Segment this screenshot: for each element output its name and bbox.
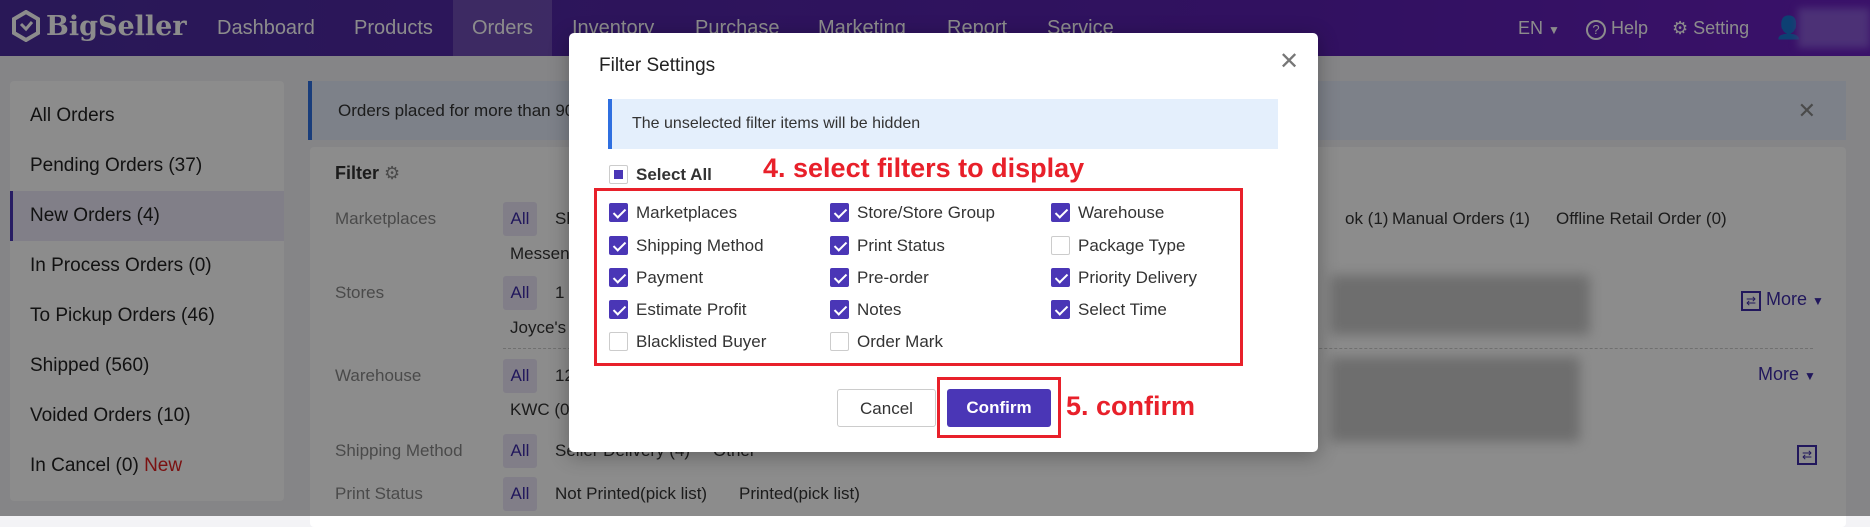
- filter-option-checkbox[interactable]: [1051, 203, 1070, 222]
- filter-option-checkbox[interactable]: [830, 268, 849, 287]
- annotation-step5: 5. confirm: [1066, 391, 1196, 421]
- filter-option-label: Shipping Method: [636, 236, 764, 255]
- confirm-button[interactable]: Confirm: [947, 389, 1051, 427]
- filter-option-checkbox[interactable]: [830, 203, 849, 222]
- close-icon[interactable]: ✕: [1279, 47, 1299, 76]
- filter-option-checkbox[interactable]: [609, 203, 628, 222]
- filter-option-label: Pre-order: [857, 268, 929, 287]
- filter-option-checkbox[interactable]: [1051, 300, 1070, 319]
- filter-option-label: Warehouse: [1078, 203, 1165, 222]
- filter-option-checkbox[interactable]: [830, 236, 849, 255]
- filter-option-checkbox[interactable]: [609, 300, 628, 319]
- filter-option-checkbox[interactable]: [1051, 236, 1070, 255]
- filter-option-checkbox[interactable]: [609, 268, 628, 287]
- select-all-checkbox[interactable]: [609, 165, 628, 184]
- filter-option-checkbox[interactable]: [609, 236, 628, 255]
- filter-option-label: Print Status: [857, 236, 945, 255]
- annotation-step4: 4. select filters to display: [763, 153, 1085, 183]
- filter-option-label: Estimate Profit: [636, 300, 747, 319]
- filter-option-label: Store/Store Group: [857, 203, 995, 222]
- filter-option-label: Order Mark: [857, 332, 943, 351]
- info-message: The unselected filter items will be hidd…: [608, 99, 1278, 149]
- filter-option-label: Notes: [857, 300, 902, 319]
- filter-option-label: Package Type: [1078, 236, 1186, 255]
- filter-option-checkbox[interactable]: [1051, 268, 1070, 287]
- cancel-button[interactable]: Cancel: [837, 389, 936, 427]
- filter-option-checkbox[interactable]: [609, 332, 628, 351]
- filter-settings-modal: Filter Settings ✕ The unselected filter …: [569, 33, 1318, 452]
- modal-title: Filter Settings: [599, 55, 716, 76]
- filter-option-checkbox[interactable]: [830, 332, 849, 351]
- filter-option-label: Blacklisted Buyer: [636, 332, 767, 351]
- filter-option-label: Priority Delivery: [1078, 268, 1198, 287]
- filter-option-label: Marketplaces: [636, 203, 738, 222]
- filter-option-label: Payment: [636, 268, 704, 287]
- filter-option-label: Select Time: [1078, 300, 1167, 319]
- select-all-label: Select All: [636, 165, 712, 184]
- filter-option-checkbox[interactable]: [830, 300, 849, 319]
